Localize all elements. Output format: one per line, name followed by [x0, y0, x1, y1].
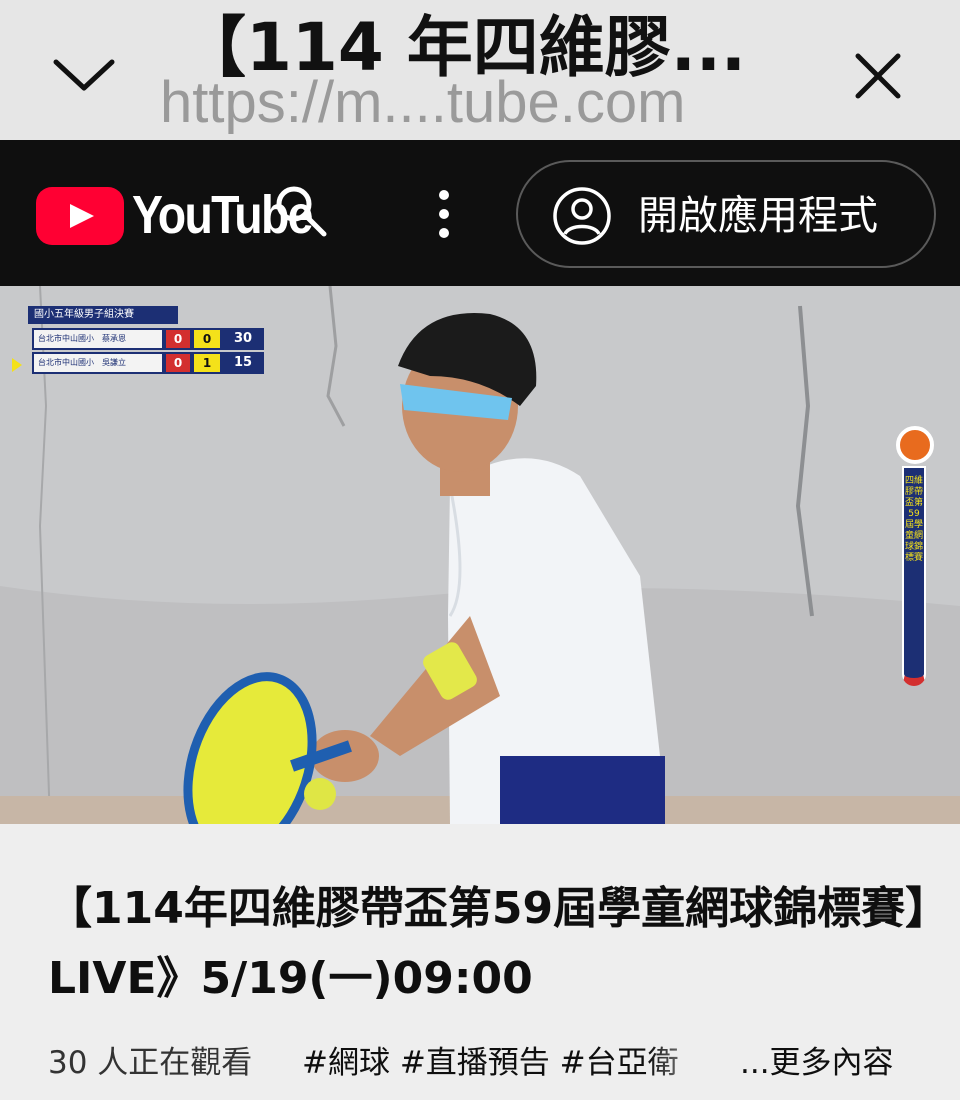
- tournament-side-banner: 四維膠帶盃第59屆學童網球錦標賽: [892, 426, 938, 688]
- scoreboard-row: 台北市中山國小 吳謙立 0 1 15: [32, 352, 264, 374]
- player-sets: 0: [166, 330, 190, 348]
- open-app-button[interactable]: 開啟應用程式: [516, 160, 936, 268]
- player-points: 15: [224, 354, 262, 372]
- tournament-banner-strip: 四維膠帶盃第59屆學童網球錦標賽: [902, 466, 926, 686]
- close-icon[interactable]: [846, 44, 910, 108]
- player-sets: 0: [166, 354, 190, 372]
- youtube-play-icon: [36, 187, 124, 245]
- scoreboard-row: 台北市中山國小 蔡承恩 0 0 30: [32, 328, 264, 350]
- youtube-header: YouTube 開啟應用程式: [0, 140, 960, 286]
- open-app-label: 開啟應用程式: [638, 193, 878, 239]
- player-games: 0: [194, 330, 220, 348]
- serve-indicator-icon: [12, 358, 22, 372]
- video-meta: 30 人正在觀看 #網球 #直播預告 #台亞衛 ...更多內容: [48, 1040, 928, 1086]
- browser-bar: 【114 年四維膠... https://m....tube.com: [0, 0, 960, 140]
- search-icon[interactable]: [270, 180, 330, 240]
- tournament-banner-text: 四維膠帶盃第59屆學童網球錦標賽: [904, 476, 923, 563]
- scoreboard-title: 國小五年級男子組決賽: [28, 306, 178, 324]
- tennis-ball-icon: [896, 426, 934, 464]
- player-games: 1: [194, 354, 220, 372]
- chevron-down-icon[interactable]: [48, 44, 120, 104]
- player-name: 台北市中山國小 蔡承恩: [34, 330, 162, 348]
- more-options-icon[interactable]: [424, 186, 464, 242]
- video-player[interactable]: 國小五年級男子組決賽 台北市中山國小 蔡承恩 0 0 30 台北市中山國小 吳謙…: [0, 286, 960, 824]
- show-more-link[interactable]: ...更多內容: [740, 1040, 910, 1086]
- browser-url: https://m....tube.com: [160, 70, 686, 135]
- live-viewer-count: 30 人正在觀看: [48, 1045, 253, 1081]
- account-icon: [552, 186, 612, 246]
- player-name: 台北市中山國小 吳謙立: [34, 354, 162, 372]
- scoreboard: 國小五年級男子組決賽 台北市中山國小 蔡承恩 0 0 30 台北市中山國小 吳謙…: [12, 306, 264, 396]
- tags-fade: [648, 1040, 728, 1086]
- player-points: 30: [224, 330, 262, 348]
- video-title[interactable]: 【114年四維膠帶盃第59屆學童網球錦標賽】LIVE》5/19(一)09:00: [48, 874, 928, 1024]
